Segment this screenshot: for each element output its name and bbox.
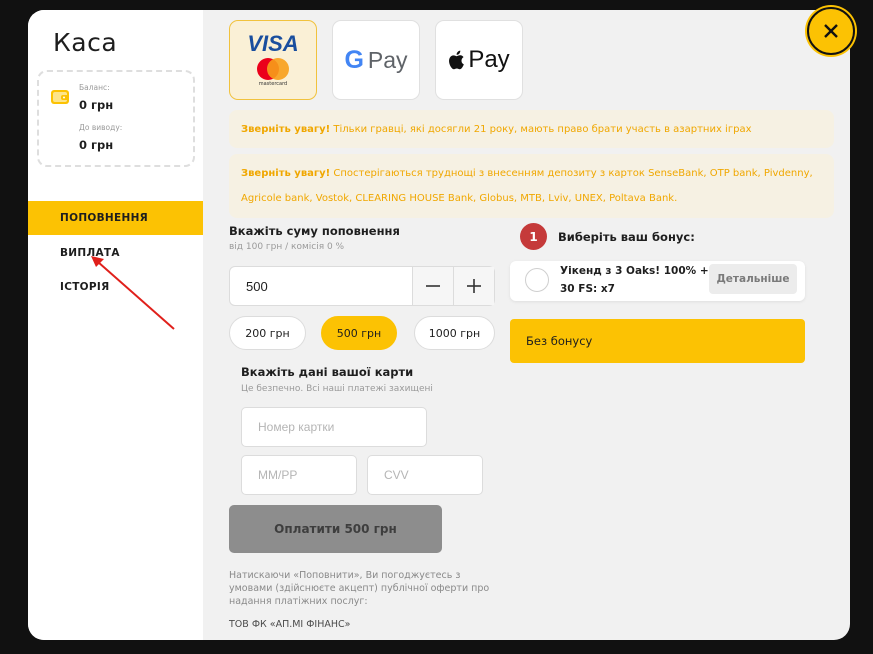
withdrawable-label: До виводу: xyxy=(79,123,123,132)
amount-input[interactable] xyxy=(230,267,412,305)
card-cvv-input[interactable] xyxy=(367,455,483,495)
step-badge: 1 xyxy=(520,223,547,250)
balance-value: 0 грн xyxy=(79,98,114,112)
decrease-amount-button[interactable] xyxy=(412,267,453,305)
payment-method-google-pay[interactable]: G Pay xyxy=(332,20,420,100)
sidebar-item-deposit[interactable]: ПОПОВНЕННЯ xyxy=(28,201,203,235)
age-notice: Зверніть увагу! Тільки гравці, які досяг… xyxy=(229,110,834,148)
card-data-subtitle: Це безпечно. Всі наші платежі захищені xyxy=(241,384,433,394)
apple-icon xyxy=(449,50,465,70)
wallet-icon xyxy=(51,90,69,104)
mastercard-label: mastercard xyxy=(258,81,288,87)
preset-1000-button[interactable]: 1000 грн xyxy=(414,316,495,350)
bonus-details-button[interactable]: Детальніше xyxy=(709,264,797,294)
bonus-option-text: Уікенд з 3 Oaks! 100% + 30 FS: x7 xyxy=(560,265,709,295)
payment-method-visa-mastercard[interactable]: VISA mastercard xyxy=(229,20,317,100)
deposit-amount-subtitle: від 100 грн / комісія 0 % xyxy=(229,242,345,252)
mastercard-logo xyxy=(256,58,289,80)
close-icon xyxy=(824,24,838,38)
notice-text-line2: Agricole bank, Vostok, CLEARING HOUSE Ba… xyxy=(241,193,678,204)
google-g-icon: G xyxy=(344,46,364,74)
sidebar-title: Каса xyxy=(53,28,118,57)
notice-text: Тільки гравці, які досягли 21 року, мают… xyxy=(330,124,752,135)
bank-notice: Зверніть увагу! Спостерігаються труднощі… xyxy=(229,154,834,218)
amount-stepper xyxy=(229,266,495,306)
increase-amount-button[interactable] xyxy=(453,267,494,305)
pay-button[interactable]: Оплатити 500 грн xyxy=(229,505,442,553)
preset-500-button[interactable]: 500 грн xyxy=(321,316,397,350)
card-number-input[interactable] xyxy=(241,407,427,447)
balance-box: Баланс: 0 грн До виводу: 0 грн xyxy=(37,70,195,167)
card-expiry-input[interactable] xyxy=(241,455,357,495)
notice-text-line1: Спостерігаються труднощі з внесенням деп… xyxy=(330,168,813,179)
notice-bold: Зверніть увагу! xyxy=(241,168,331,179)
no-bonus-button[interactable]: Без бонусу xyxy=(510,319,805,363)
main-panel: VISA mastercard G Pay Pay Зверніть увагу… xyxy=(203,10,850,640)
terms-text: Натискаючи «Поповнити», Ви погоджуєтесь … xyxy=(229,570,490,607)
apple-pay-label: Pay xyxy=(468,46,510,73)
sidebar-item-history[interactable]: ІСТОРІЯ xyxy=(28,270,203,304)
google-pay-label: Pay xyxy=(367,47,408,73)
visa-logo: VISA xyxy=(247,31,299,56)
bonus-title: Виберіть ваш бонус: xyxy=(558,230,695,244)
preset-200-button[interactable]: 200 грн xyxy=(229,316,306,350)
sidebar: Каса Баланс: 0 грн До виводу: 0 грн ПОПО… xyxy=(28,10,203,640)
deposit-amount-title: Вкажіть суму поповнення xyxy=(229,224,400,238)
notice-bold: Зверніть увагу! xyxy=(241,124,331,135)
payment-method-apple-pay[interactable]: Pay xyxy=(435,20,523,100)
withdrawable-value: 0 грн xyxy=(79,138,114,152)
card-data-title: Вкажіть дані вашої карти xyxy=(241,365,414,379)
bonus-radio[interactable] xyxy=(525,268,549,292)
company-link[interactable]: ТОВ ФК «АП.МІ ФІНАНС» xyxy=(229,619,350,630)
bonus-option[interactable]: Уікенд з 3 Oaks! 100% + 30 FS: x7 Деталь… xyxy=(510,261,805,301)
minus-icon xyxy=(426,285,440,287)
plus-icon xyxy=(467,279,481,293)
cashier-modal: Каса Баланс: 0 грн До виводу: 0 грн ПОПО… xyxy=(28,10,850,640)
balance-label: Баланс: xyxy=(79,83,110,92)
close-button[interactable] xyxy=(807,7,855,55)
sidebar-item-withdrawal[interactable]: ВИПЛАТА xyxy=(28,236,203,270)
